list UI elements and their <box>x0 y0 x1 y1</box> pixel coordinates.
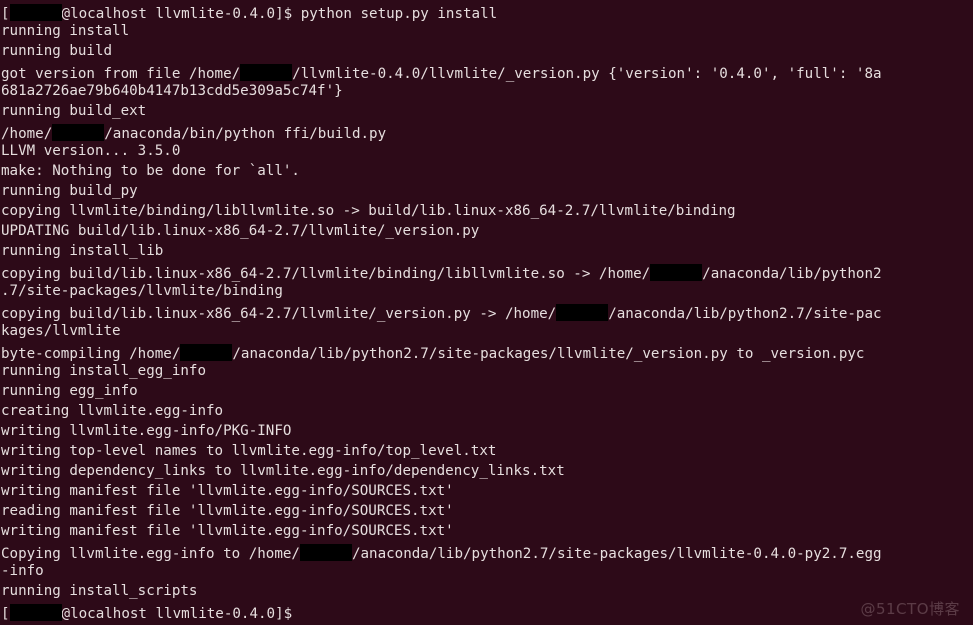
redacted-username-block <box>180 344 233 361</box>
terminal-output-line: /home/ /anaconda/bin/python ffi/build.py <box>1 121 972 142</box>
redacted-username-block <box>9 604 62 621</box>
line-text-after-redaction: /anaconda/lib/python2 <box>702 266 882 282</box>
redacted-username-block <box>556 304 609 321</box>
terminal-prompt-line: [ @localhost llvmlite-0.4.0]$ python setu… <box>1 1 972 22</box>
terminal-output-line: running build_ext <box>1 103 147 119</box>
line-text-after-redaction: @localhost llvmlite-0.4.0]$ <box>61 606 293 622</box>
terminal-output-line: copying build/lib.linux-x86_64-2.7/llvml… <box>1 261 972 282</box>
terminal-prompt-line: [ @localhost llvmlite-0.4.0]$ <box>1 601 972 622</box>
terminal-output-line: writing dependency_links to llvmlite.egg… <box>1 463 565 479</box>
terminal-output-line: .7/site-packages/llvmlite/binding <box>1 283 283 299</box>
line-text-before-redaction: got version from file /home/ <box>1 66 241 82</box>
terminal-output-line: running install_egg_info <box>1 363 206 379</box>
terminal-output-line: make: Nothing to be done for `all'. <box>1 163 300 179</box>
line-text-before-redaction: [ <box>1 6 10 22</box>
line-text-after-redaction: /anaconda/lib/python2.7/site-packages/ll… <box>351 546 882 562</box>
terminal-output-line: byte-compiling /home/ /anaconda/lib/pytho… <box>1 341 972 362</box>
terminal-output-line: LLVM version... 3.5.0 <box>1 143 181 159</box>
terminal-output-line: -info <box>1 563 44 579</box>
line-text-before-redaction: [ <box>1 606 10 622</box>
line-text-before-redaction: byte-compiling /home/ <box>1 346 181 362</box>
terminal-output-line: kages/llvmlite <box>1 323 121 339</box>
terminal-output-line: Copying llvmlite.egg-info to /home/ /anac… <box>1 541 972 562</box>
redacted-username-block <box>240 64 293 81</box>
terminal-output-line: writing manifest file 'llvmlite.egg-info… <box>1 523 454 539</box>
line-text-before-redaction: /home/ <box>1 126 53 142</box>
terminal-output-line: UPDATING build/lib.linux-x86_64-2.7/llvm… <box>1 223 480 239</box>
terminal-output-screen: [ @localhost llvmlite-0.4.0]$ python setu… <box>1 1 972 622</box>
terminal-output-line: copying build/lib.linux-x86_64-2.7/llvml… <box>1 301 972 322</box>
terminal-output-line: running build <box>1 43 113 59</box>
terminal-output-line: copying llvmlite/binding/libllvmlite.so … <box>1 203 736 219</box>
terminal-output-line: writing llvmlite.egg-info/PKG-INFO <box>1 423 292 439</box>
line-text-after-redaction: /llvmlite-0.4.0/llvmlite/_version.py {'v… <box>292 66 882 82</box>
terminal-output-line: 681a2726ae79b640b4147b13cdd5e309a5c74f'} <box>1 83 343 99</box>
terminal-output-line: reading manifest file 'llvmlite.egg-info… <box>1 503 454 519</box>
line-text-after-redaction: /anaconda/lib/python2.7/site-packages/ll… <box>232 346 865 362</box>
line-text-after-redaction: /anaconda/lib/python2.7/site-pac <box>608 306 882 322</box>
redacted-username-block <box>650 264 703 281</box>
line-text-before-redaction: copying build/lib.linux-x86_64-2.7/llvml… <box>1 306 557 322</box>
line-text-before-redaction: Copying llvmlite.egg-info to /home/ <box>1 546 300 562</box>
redacted-username-block <box>9 4 62 21</box>
terminal-output-line: running install <box>1 23 130 39</box>
terminal-output-line: running build_py <box>1 183 138 199</box>
redacted-username-block <box>299 544 352 561</box>
terminal-window[interactable]: [ @localhost llvmlite-0.4.0]$ python setu… <box>0 0 973 625</box>
terminal-output-line: got version from file /home/ /llvmlite-0.… <box>1 61 972 82</box>
terminal-output-line: running install_scripts <box>1 583 198 599</box>
redacted-username-block <box>52 124 105 141</box>
terminal-output-line: writing top-level names to llvmlite.egg-… <box>1 443 497 459</box>
terminal-output-line: running install_lib <box>1 243 164 259</box>
terminal-output-line: running egg_info <box>1 383 138 399</box>
line-text-before-redaction: copying build/lib.linux-x86_64-2.7/llvml… <box>1 266 651 282</box>
terminal-output-line: creating llvmlite.egg-info <box>1 403 224 419</box>
line-text-after-redaction: @localhost llvmlite-0.4.0]$ python setup… <box>61 6 498 22</box>
terminal-output-line: writing manifest file 'llvmlite.egg-info… <box>1 483 454 499</box>
line-text-after-redaction: /anaconda/bin/python ffi/build.py <box>104 126 387 142</box>
